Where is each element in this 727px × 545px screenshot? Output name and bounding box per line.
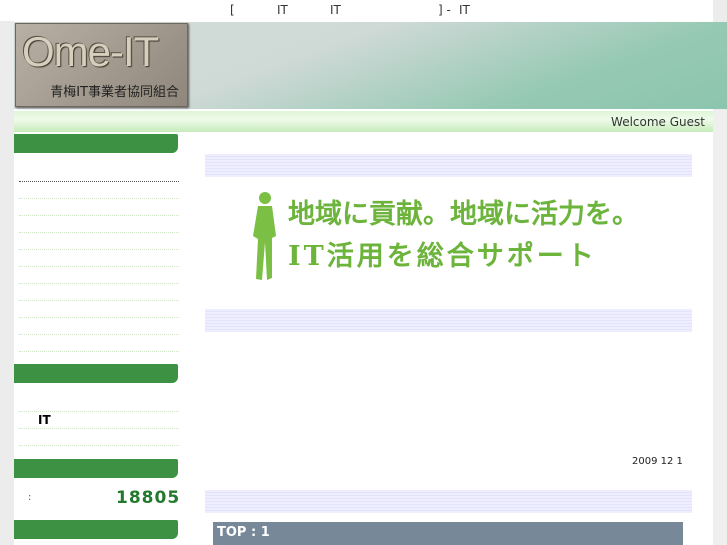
title-part: IT	[459, 3, 470, 17]
divider	[19, 317, 179, 318]
right-margin	[713, 110, 727, 545]
divider	[19, 334, 179, 335]
divider	[19, 198, 179, 199]
title-part: [	[230, 3, 235, 17]
divider	[19, 266, 179, 267]
divider	[19, 411, 179, 412]
divider	[19, 445, 179, 446]
logo-text: Ome-IT	[22, 28, 159, 75]
divider	[19, 249, 179, 250]
divider	[19, 232, 179, 233]
section-stripe	[205, 490, 692, 513]
sidebar-heading	[14, 520, 178, 539]
divider	[19, 181, 179, 182]
title-part: IT	[330, 3, 341, 17]
divider	[19, 428, 179, 429]
post-date: 2009 12 1	[632, 456, 683, 467]
banner-line1: 地域に貢献。地域に活力を。	[288, 199, 639, 230]
logo[interactable]: Ome-IT 青梅IT事業者協同組合	[15, 23, 188, 107]
banner-image: 地域に貢献。地域に活力を。 IT活用を総合サポート	[250, 190, 650, 285]
visitor-counter: 18805	[116, 488, 181, 508]
divider	[19, 215, 179, 216]
divider	[19, 300, 179, 301]
title-part: ] -	[438, 3, 451, 17]
user-bar: Welcome Guest	[14, 111, 713, 132]
sidebar-heading-counter	[14, 459, 178, 478]
title-part: IT	[277, 3, 288, 17]
page-title: [ IT IT ] - IT	[0, 0, 713, 21]
man-silhouette-icon	[253, 192, 276, 280]
welcome-text: Welcome Guest	[611, 115, 705, 129]
counter-label: :	[28, 492, 32, 503]
header-banner: Ome-IT 青梅IT事業者協同組合	[14, 22, 727, 109]
sidebar-heading-links	[14, 364, 178, 383]
divider	[19, 351, 179, 352]
section-stripe	[205, 309, 692, 332]
section-stripe	[205, 154, 692, 177]
top-bar: TOP : 1	[213, 522, 683, 545]
sidebar-heading-menu	[14, 134, 178, 153]
divider	[19, 283, 179, 284]
logo-subtitle: 青梅IT事業者協同組合	[50, 85, 179, 100]
banner-line2: IT活用を総合サポート	[288, 241, 597, 272]
sidebar-link-it[interactable]: IT	[38, 413, 51, 427]
